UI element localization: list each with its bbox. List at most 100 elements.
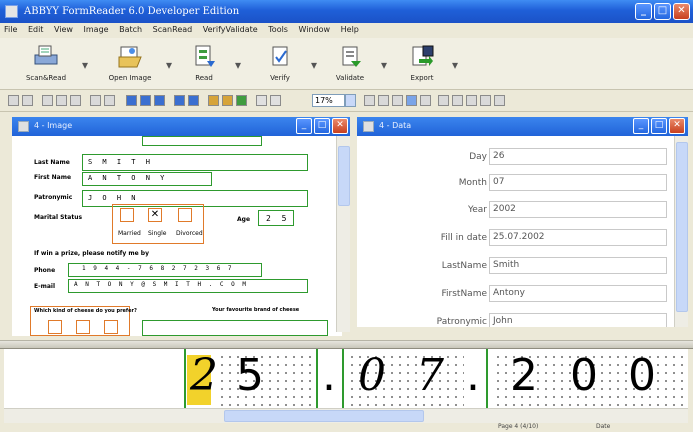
image-pane-close-button[interactable]: ✕ bbox=[332, 118, 348, 134]
zoom-box-border bbox=[316, 349, 318, 408]
patronymic-field[interactable]: John bbox=[489, 313, 667, 327]
data-pane-minimize-button[interactable]: _ bbox=[633, 118, 649, 134]
data-pane-header[interactable]: 4 - Data _ □ ✕ bbox=[357, 117, 688, 136]
verify-button[interactable]: Verify bbox=[256, 41, 304, 87]
verify-icon bbox=[272, 46, 288, 66]
image-pane-scroll-thumb[interactable] bbox=[338, 146, 350, 206]
age-value: 2 5 bbox=[266, 214, 290, 223]
toolbar-dropdown-arrow: ▾ bbox=[82, 58, 89, 72]
zoom-out-icon[interactable] bbox=[270, 95, 281, 106]
last-name-label: Last Name bbox=[34, 159, 70, 166]
year-field[interactable]: 2002 bbox=[489, 201, 667, 218]
status-page: Page 4 (4/10) bbox=[498, 423, 539, 430]
open-icon[interactable] bbox=[22, 95, 33, 106]
month-field[interactable]: 07 bbox=[489, 174, 667, 191]
cheese-option-3[interactable] bbox=[104, 320, 118, 334]
menu-file[interactable]: File bbox=[0, 23, 21, 34]
zoom-box-border bbox=[184, 349, 186, 408]
scan-read-button[interactable]: Scan&Read bbox=[18, 41, 74, 87]
export-page-icon[interactable] bbox=[208, 95, 219, 106]
app-icon bbox=[5, 5, 18, 18]
close-button[interactable]: ✕ bbox=[673, 3, 690, 20]
image-pane-minimize-button[interactable]: _ bbox=[296, 118, 312, 134]
divorced-checkbox[interactable] bbox=[178, 208, 192, 222]
zoom-view-scroll-thumb[interactable] bbox=[224, 410, 424, 422]
properties-icon[interactable] bbox=[480, 95, 491, 106]
text-area-icon[interactable] bbox=[406, 95, 417, 106]
block-icon[interactable] bbox=[378, 95, 389, 106]
character-zoom-view[interactable]: 2 5 . 0 7 . 2 0 0 bbox=[4, 349, 688, 408]
single-checkbox[interactable]: ✕ bbox=[148, 208, 162, 222]
first-name-field[interactable]: Antony bbox=[489, 285, 667, 302]
married-checkbox[interactable] bbox=[120, 208, 134, 222]
read-button[interactable]: Read bbox=[180, 41, 228, 87]
day-label: Day bbox=[469, 152, 487, 162]
field-row-last-name: LastName Smith bbox=[357, 253, 667, 278]
menu-help[interactable]: Help bbox=[337, 23, 363, 34]
verify-page-icon[interactable] bbox=[174, 95, 185, 106]
pane-splitter[interactable] bbox=[0, 340, 693, 349]
undo-icon[interactable] bbox=[90, 95, 101, 106]
table-icon[interactable] bbox=[438, 95, 449, 106]
export-batch-icon[interactable] bbox=[222, 95, 233, 106]
checkmark-icon[interactable] bbox=[466, 95, 477, 106]
menu-tools[interactable]: Tools bbox=[264, 23, 292, 34]
menu-window[interactable]: Window bbox=[295, 23, 335, 34]
zoom-char-6: . bbox=[466, 350, 480, 401]
open-image-button[interactable]: Open Image bbox=[100, 41, 160, 87]
image-pane-title: 4 - Image bbox=[34, 121, 73, 130]
title-bar[interactable]: ABBYY FormReader 6.0 Developer Edition _… bbox=[0, 0, 693, 23]
image-pane-header[interactable]: 4 - Image _ □ ✕ bbox=[12, 117, 350, 136]
picture-area-icon[interactable] bbox=[420, 95, 431, 106]
zoom-view-scrollbar[interactable] bbox=[4, 408, 688, 423]
layout-icon[interactable] bbox=[494, 95, 505, 106]
data-pane-scroll-thumb[interactable] bbox=[676, 142, 688, 312]
toolbar-dropdown-arrow: ▾ bbox=[166, 58, 173, 72]
maximize-button[interactable]: □ bbox=[654, 3, 671, 20]
cheese-option-1[interactable] bbox=[48, 320, 62, 334]
fill-in-date-field[interactable]: 25.07.2002 bbox=[489, 229, 667, 246]
image-pane-maximize-button[interactable]: □ bbox=[314, 118, 330, 134]
scan-icon[interactable] bbox=[126, 95, 137, 106]
zoom-char-4: 0 bbox=[358, 350, 386, 401]
data-pane-maximize-button[interactable]: □ bbox=[651, 118, 667, 134]
form-top-box bbox=[142, 136, 262, 146]
menu-edit[interactable]: Edit bbox=[24, 23, 48, 34]
single-option-label: Single bbox=[148, 230, 167, 237]
area-icon[interactable] bbox=[392, 95, 403, 106]
copy-icon[interactable] bbox=[56, 95, 67, 106]
zoom-in-icon[interactable] bbox=[256, 95, 267, 106]
month-label: Month bbox=[458, 178, 487, 188]
form-image-view[interactable]: Last Name S M I T H First Name A N T O N… bbox=[12, 136, 342, 336]
paste-icon[interactable] bbox=[70, 95, 81, 106]
minimize-button[interactable]: _ bbox=[635, 3, 652, 20]
menu-view[interactable]: View bbox=[50, 23, 77, 34]
day-field[interactable]: 26 bbox=[489, 148, 667, 165]
menu-verifyvalidate[interactable]: VerifyValidate bbox=[199, 23, 262, 34]
read-batch-icon[interactable] bbox=[154, 95, 165, 106]
zoom-level-field[interactable]: 17% bbox=[312, 94, 345, 107]
zoom-dropdown-icon[interactable] bbox=[345, 94, 356, 107]
save-icon[interactable] bbox=[236, 95, 247, 106]
last-name-field[interactable]: Smith bbox=[489, 257, 667, 274]
verify-batch-icon[interactable] bbox=[188, 95, 199, 106]
menu-batch[interactable]: Batch bbox=[115, 23, 146, 34]
new-icon[interactable] bbox=[8, 95, 19, 106]
cut-icon[interactable] bbox=[42, 95, 53, 106]
menu-image[interactable]: Image bbox=[80, 23, 113, 34]
cheese-brand-box[interactable] bbox=[142, 320, 328, 336]
cheese-option-2[interactable] bbox=[76, 320, 90, 334]
field-row-day: Day 26 bbox=[357, 144, 667, 169]
export-button[interactable]: Export bbox=[398, 41, 446, 87]
menu-scanread[interactable]: ScanRead bbox=[149, 23, 197, 34]
data-pane-scrollbar[interactable] bbox=[674, 136, 688, 327]
validate-button[interactable]: Validate bbox=[326, 41, 374, 87]
read-page-icon[interactable] bbox=[140, 95, 151, 106]
data-pane-close-button[interactable]: ✕ bbox=[669, 118, 685, 134]
fill-in-date-label: Fill in date bbox=[440, 233, 487, 243]
zoom-box-border bbox=[486, 349, 488, 408]
image-pane-scrollbar[interactable] bbox=[336, 136, 350, 332]
barcode-icon[interactable] bbox=[452, 95, 463, 106]
redo-icon[interactable] bbox=[104, 95, 115, 106]
select-icon[interactable] bbox=[364, 95, 375, 106]
